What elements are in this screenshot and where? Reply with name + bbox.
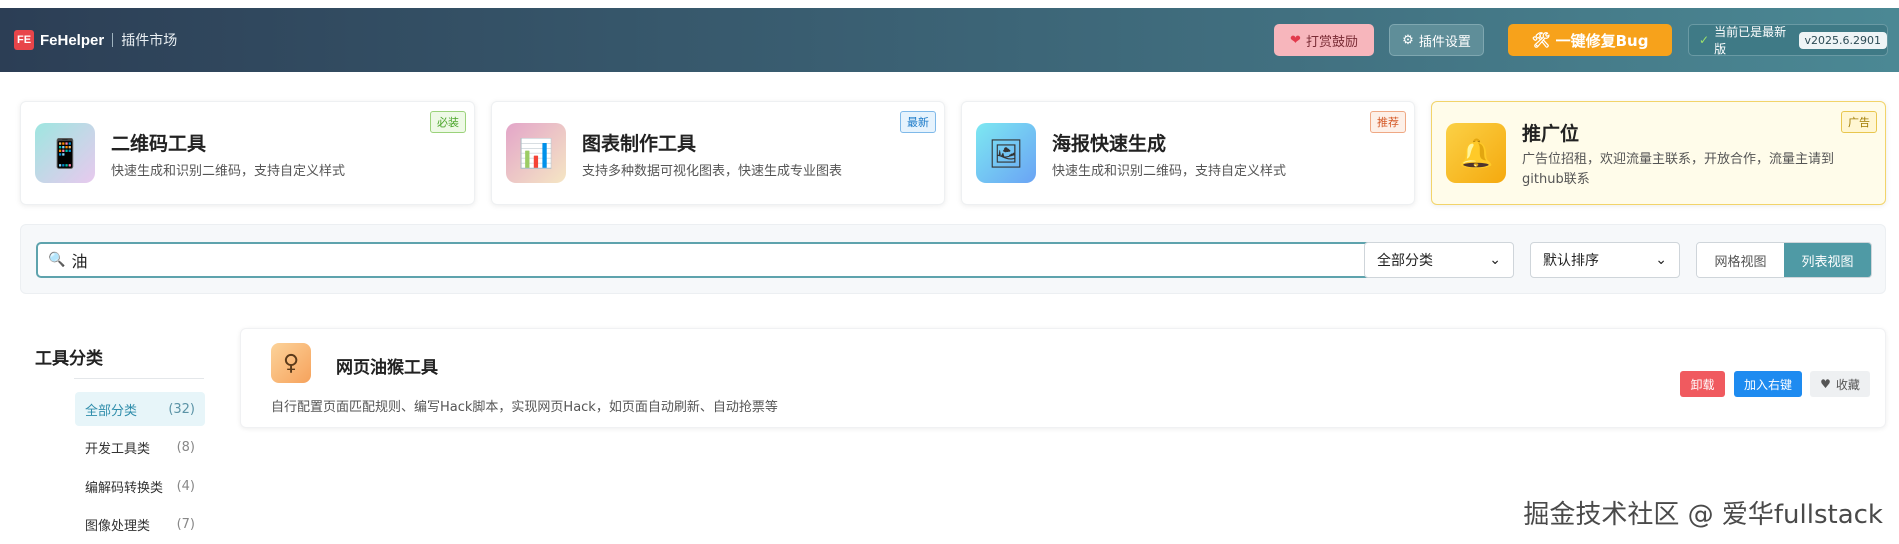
sidebar-item-image[interactable]: 图像处理类 (7) [75,507,205,541]
bell-icon: 🔔 [1446,123,1506,183]
chevron-down-icon: ⌄ [1489,252,1501,268]
search-box[interactable]: 🔍 [36,242,1396,278]
promo-desc: 支持多种数据可视化图表，快速生成专业图表 [582,164,843,179]
sort-select[interactable]: 默认排序 ⌄ [1530,242,1680,278]
search-input[interactable] [71,250,1172,270]
monkey-icon: ♀ [271,343,311,383]
promo-title: 图表制作工具 [582,133,697,155]
app-logo[interactable]: FE FeHelper 插件市场 [14,30,177,50]
search-icon: 🔍 [48,252,66,268]
view-toggle: 网格视图 列表视图 [1696,242,1872,278]
phone-icon: 📱 [35,123,95,183]
version-status-label: 当前已是最新版 [1714,25,1787,56]
category-select[interactable]: 全部分类 ⌄ [1364,242,1514,278]
picture-icon: 🖼 [976,123,1036,183]
sidebar-item-label: 开发工具类 [85,441,151,457]
promo-badge: 必装 [430,111,466,133]
sidebar-title: 工具分类 [35,349,103,369]
promo-desc: 快速生成和识别二维码，支持自定义样式 [1052,164,1287,179]
settings-button[interactable]: ⚙ 插件设置 [1389,24,1484,56]
promo-card-ad[interactable]: 🔔 推广位 广告位招租，欢迎流量主联系，开放合作，流量主请到github联系 广… [1431,101,1886,205]
fix-bug-button[interactable]: 🛠 一键修复Bug [1508,24,1672,56]
promo-title: 海报快速生成 [1052,133,1167,155]
app-name: FeHelper [40,31,105,49]
promo-title: 二维码工具 [111,133,207,155]
gear-icon: ⚙ [1402,32,1414,48]
promo-badge: 广告 [1841,111,1877,133]
hammer-icon: 🛠 [1531,31,1551,49]
uninstall-button[interactable]: 卸载 [1680,371,1725,397]
sidebar-item-dev-tools[interactable]: 开发工具类 (8) [75,430,205,464]
list-view-button[interactable]: 列表视图 [1784,243,1871,277]
promo-badge: 最新 [900,111,936,133]
grid-view-button[interactable]: 网格视图 [1697,243,1784,277]
donate-button[interactable]: ❤ 打赏鼓励 [1274,24,1374,56]
sidebar-item-count: (7) [176,516,195,532]
promo-desc: 快速生成和识别二维码，支持自定义样式 [111,164,346,179]
promo-badge: 推荐 [1370,111,1406,133]
sidebar-item-count: (8) [176,439,195,455]
promo-title: 推广位 [1522,123,1580,145]
heart-icon: ❤ [1290,32,1301,48]
category-select-value: 全部分类 [1377,253,1433,269]
sidebar-item-label: 图像处理类 [85,518,151,534]
add-context-menu-button[interactable]: 加入右键 [1734,371,1802,397]
search-panel: 🔍 全部分类 ⌄ 默认排序 ⌄ 网格视图 列表视图 [20,224,1886,294]
sidebar-item-label: 全部分类 [85,403,138,419]
tool-desc: 自行配置页面匹配规则、编写Hack脚本，实现网页Hack，如页面自动刷新、自动抢… [271,400,778,415]
sidebar-item-codec[interactable]: 编解码转换类 (4) [75,469,205,503]
promo-desc: 广告位招租，欢迎流量主联系，开放合作，流量主请到github联系 [1522,152,1835,187]
tool-name: 网页油猴工具 [336,358,438,378]
top-header: FE FeHelper 插件市场 ❤ 打赏鼓励 ⚙ 插件设置 🛠 一键修复Bug… [0,8,1899,72]
check-icon: ✓ [1699,33,1710,47]
sidebar-divider [74,378,204,379]
version-tag: v2025.6.2901 [1798,31,1887,49]
sidebar-item-label: 编解码转换类 [85,480,164,496]
version-status[interactable]: ✓ 当前已是最新版 v2025.6.2901 [1688,24,1888,56]
promo-card-poster[interactable]: 🖼 海报快速生成 快速生成和识别二维码，支持自定义样式 推荐 [961,101,1415,205]
bar-chart-icon: 📊 [506,123,566,183]
favorite-label: 收藏 [1835,377,1860,392]
donate-label: 打赏鼓励 [1305,34,1358,50]
sidebar-item-count: (4) [176,478,195,494]
heart-icon: ♥ [1820,377,1831,391]
logo-mark: FE [14,30,34,50]
section-title: 插件市场 [121,33,178,49]
chevron-down-icon: ⌄ [1655,252,1667,268]
settings-label: 插件设置 [1418,34,1471,50]
promo-card-chart[interactable]: 📊 图表制作工具 支持多种数据可视化图表，快速生成专业图表 最新 [491,101,945,205]
sidebar-item-all[interactable]: 全部分类 (32) [75,392,205,426]
watermark: 掘金技术社区 @ 爱华fullstack [1523,500,1883,530]
sort-select-value: 默认排序 [1543,253,1599,269]
sidebar-item-count: (32) [168,401,195,417]
promo-card-qrcode[interactable]: 📱 二维码工具 快速生成和识别二维码，支持自定义样式 必装 [20,101,475,205]
logo-divider [112,33,114,47]
favorite-button[interactable]: ♥ 收藏 [1810,371,1870,397]
fix-bug-label: 一键修复Bug [1555,31,1649,50]
tool-list-item[interactable]: ♀ 网页油猴工具 自行配置页面匹配规则、编写Hack脚本，实现网页Hack，如页… [240,328,1886,428]
